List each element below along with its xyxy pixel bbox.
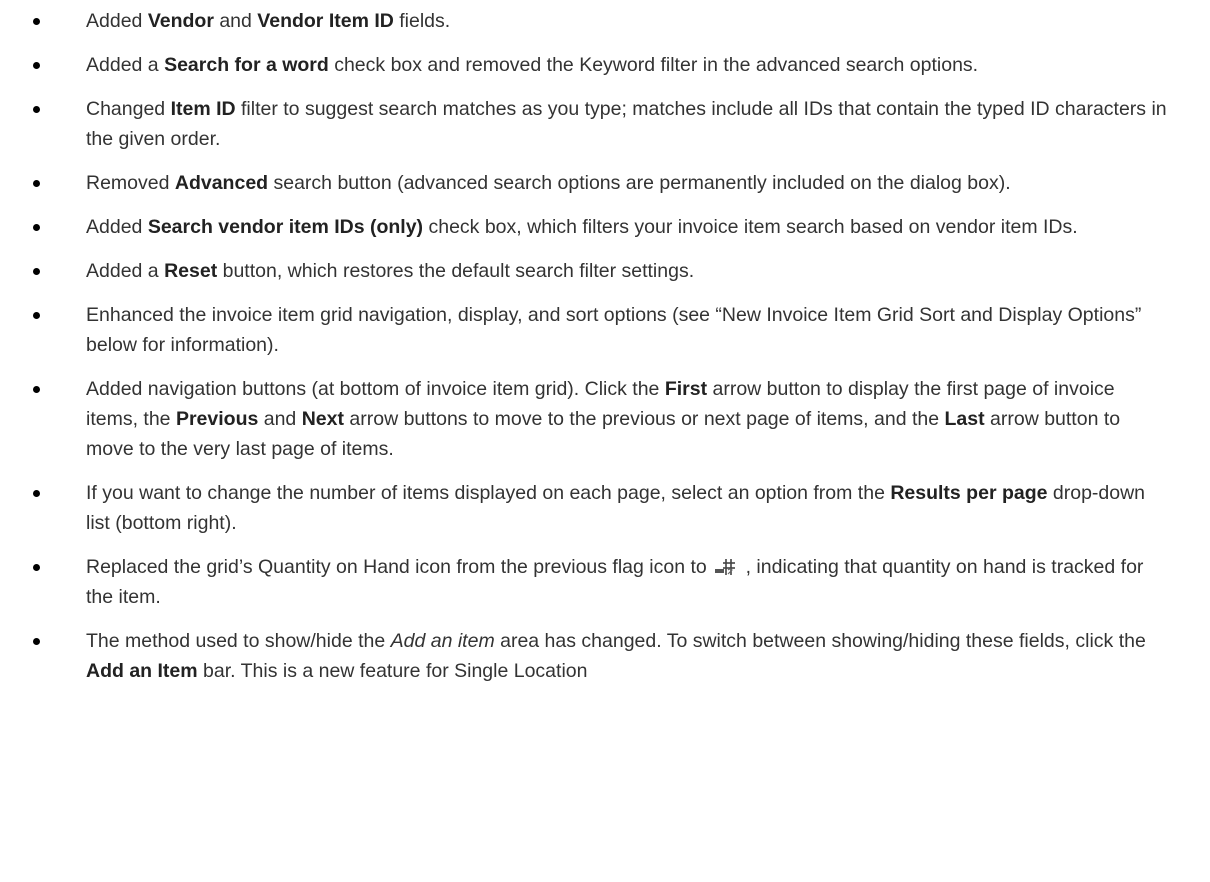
bullet-dot-icon (33, 18, 40, 25)
bullet-text: Replaced the grid’s Quantity on Hand ico… (86, 556, 1143, 608)
bullet-text: The method used to show/hide the Add an … (86, 630, 1146, 682)
quantity-on-hand-icon (715, 559, 736, 575)
emphasis-term: Search for a word (164, 54, 329, 76)
emphasis-term: Last (944, 408, 985, 430)
bullet-item: Added Search vendor item IDs (only) chec… (0, 212, 1210, 242)
emphasis-term: Search vendor item IDs (only) (147, 216, 424, 238)
bullet-text: If you want to change the number of item… (86, 482, 1145, 534)
bullet-item: Added a Search for a word check box and … (0, 50, 1210, 80)
document-page: Added Vendor and Vendor Item ID fields. A… (0, 0, 1210, 882)
text-run: Added a (86, 260, 165, 282)
text-run: fields. (393, 10, 451, 32)
text-run: Changed (86, 98, 171, 120)
bullet-dot-icon (33, 312, 40, 319)
emphasis-term: Add an Item (86, 660, 198, 682)
italic-term: Add an item (390, 630, 495, 652)
bullet-text: Added a Reset button, which restores the… (86, 260, 694, 282)
release-notes-list: Added Vendor and Vendor Item ID fields. A… (0, 6, 1210, 686)
emphasis-term: Reset (164, 260, 218, 282)
bullet-dot-icon (33, 106, 40, 113)
text-run: bar. This is a new feature for Single Lo… (197, 660, 588, 682)
bullet-text: Added navigation buttons (at bottom of i… (86, 378, 1120, 460)
text-run: Removed (86, 172, 175, 194)
bullet-item: Replaced the grid’s Quantity on Hand ico… (0, 552, 1210, 612)
bullet-item: Added Vendor and Vendor Item ID fields. (0, 6, 1210, 36)
bullet-dot-icon (33, 564, 40, 571)
bullet-text: Removed Advanced search button (advanced… (86, 172, 1011, 194)
bullet-item: If you want to change the number of item… (0, 478, 1210, 538)
text-run: area has changed. To switch between show… (494, 630, 1146, 652)
bullet-dot-icon (33, 268, 40, 275)
bullet-text: Added Vendor and Vendor Item ID fields. (86, 10, 450, 32)
bullet-item: The method used to show/hide the Add an … (0, 626, 1210, 686)
text-run: The method used to show/hide the (86, 630, 391, 652)
emphasis-term: Vendor Item ID (257, 10, 394, 32)
bullet-text: Changed Item ID filter to suggest search… (86, 98, 1167, 150)
emphasis-term: Results per page (890, 482, 1048, 504)
text-run: check box and removed the Keyword filter… (328, 54, 979, 76)
bullet-item: Enhanced the invoice item grid navigatio… (0, 300, 1210, 360)
bullet-dot-icon (33, 490, 40, 497)
text-run: and (258, 408, 302, 430)
text-run: Enhanced the invoice item grid navigatio… (86, 304, 1142, 356)
bullet-dot-icon (33, 62, 40, 69)
emphasis-term: Vendor (147, 10, 214, 32)
emphasis-term: Previous (175, 408, 259, 430)
text-run: Added a (86, 54, 165, 76)
emphasis-term: First (664, 378, 708, 400)
text-run: Added (86, 10, 148, 32)
text-run: search button (advanced search options a… (268, 172, 1011, 194)
bullet-text: Enhanced the invoice item grid navigatio… (86, 304, 1141, 356)
text-run: arrow buttons to move to the previous or… (343, 408, 945, 430)
text-run: button, which restores the default searc… (217, 260, 695, 282)
bullet-item: Removed Advanced search button (advanced… (0, 168, 1210, 198)
bullet-dot-icon (33, 180, 40, 187)
text-run: and (213, 10, 258, 32)
bullet-item: Added a Reset button, which restores the… (0, 256, 1210, 286)
bullet-text: Added a Search for a word check box and … (86, 54, 978, 76)
bullet-dot-icon (33, 224, 40, 231)
text-run: check box, which filters your invoice it… (423, 216, 1078, 238)
bullet-dot-icon (33, 638, 40, 645)
text-run: Added navigation buttons (at bottom of i… (86, 378, 665, 400)
bullet-text: Added Search vendor item IDs (only) chec… (86, 216, 1078, 238)
text-run: Replaced the grid’s Quantity on Hand ico… (86, 556, 713, 578)
emphasis-term: Advanced (174, 172, 269, 194)
emphasis-term: Next (301, 408, 344, 430)
bullet-dot-icon (33, 386, 40, 393)
bullet-item: Changed Item ID filter to suggest search… (0, 94, 1210, 154)
text-run: If you want to change the number of item… (86, 482, 891, 504)
emphasis-term: Item ID (170, 98, 236, 120)
bullet-item: Added navigation buttons (at bottom of i… (0, 374, 1210, 464)
text-run: Added (86, 216, 148, 238)
text-run: filter to suggest search matches as you … (86, 98, 1167, 150)
